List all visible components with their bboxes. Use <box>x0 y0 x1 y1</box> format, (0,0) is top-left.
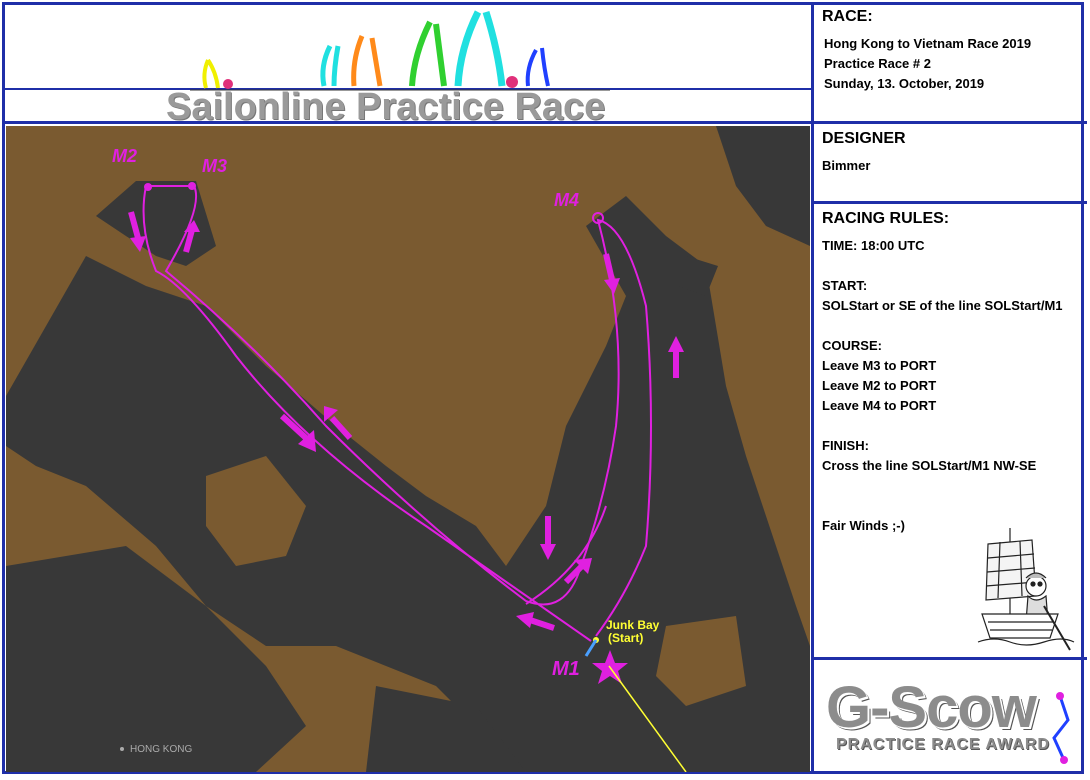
divider-rules <box>811 657 1087 660</box>
rules-time: TIME: 18:00 UTC <box>822 238 925 253</box>
rules-start-text: SOLStart or SE of the line SOLStart/M1 <box>822 298 1063 313</box>
mark-label-m3: M3 <box>202 156 228 176</box>
award-main-text: G-Scow <box>826 675 1037 740</box>
course-map: M2 M3 M4 M1 Junk Bay (Start) HONG KONG <box>6 126 810 772</box>
race-panel: RACE: Hong Kong to Vietnam Race 2019 Pra… <box>814 2 1084 121</box>
mark-m3-dot <box>188 182 196 190</box>
course-map-svg <box>6 126 810 772</box>
rules-finish-heading: FINISH: <box>822 438 869 453</box>
rules-heading: RACING RULES: <box>822 210 950 227</box>
place-label-text: HONG KONG <box>130 744 193 755</box>
race-line-1: Hong Kong to Vietnam Race 2019 <box>824 36 1032 51</box>
rules-panel: RACING RULES: TIME: 18:00 UTC START: SOL… <box>814 204 1084 657</box>
race-heading: RACE: <box>822 8 873 25</box>
water-area-northeast <box>716 126 810 246</box>
award-sub-text: PRACTICE RACE AWARD <box>836 736 1050 753</box>
rules-finish-text: Cross the line SOLStart/M1 NW-SE <box>822 458 1037 473</box>
mark-m2-dot <box>144 183 152 191</box>
designer-name: Bimmer <box>822 158 871 173</box>
rules-course-3: Leave M4 to PORT <box>822 398 937 413</box>
rules-course-1: Leave M3 to PORT <box>822 358 937 373</box>
rules-course-heading: COURSE: <box>822 338 882 353</box>
award-bracket-icon <box>1052 692 1070 764</box>
rules-start-heading: START: <box>822 278 868 293</box>
water-area-north-inlet <box>96 181 216 266</box>
mark-label-m4: M4 <box>554 190 580 210</box>
place-dot-icon <box>120 747 124 752</box>
gscow-award-logo: G-Scow PRACTICE RACE AWARD <box>826 678 1050 754</box>
banner-title: Sailonline Practice Race <box>166 86 606 128</box>
race-line-3: Sunday, 13. October, 2019 <box>824 76 985 91</box>
sailor-cartoon-illustration <box>977 528 1075 651</box>
designer-panel: DESIGNER Bimmer <box>814 124 1084 201</box>
banner-sails-logo <box>190 10 610 91</box>
race-line-2: Practice Race # 2 <box>824 56 931 71</box>
mark-label-m1: M1 <box>552 658 580 680</box>
designer-heading: DESIGNER <box>822 130 906 147</box>
mark-label-m2: M2 <box>112 146 138 166</box>
start-label-junk-bay: Junk Bay <box>606 618 660 632</box>
rules-course-2: Leave M2 to PORT <box>822 378 937 393</box>
place-label-hong-kong: HONG KONG <box>120 744 192 755</box>
start-label-start: (Start) <box>608 631 644 645</box>
